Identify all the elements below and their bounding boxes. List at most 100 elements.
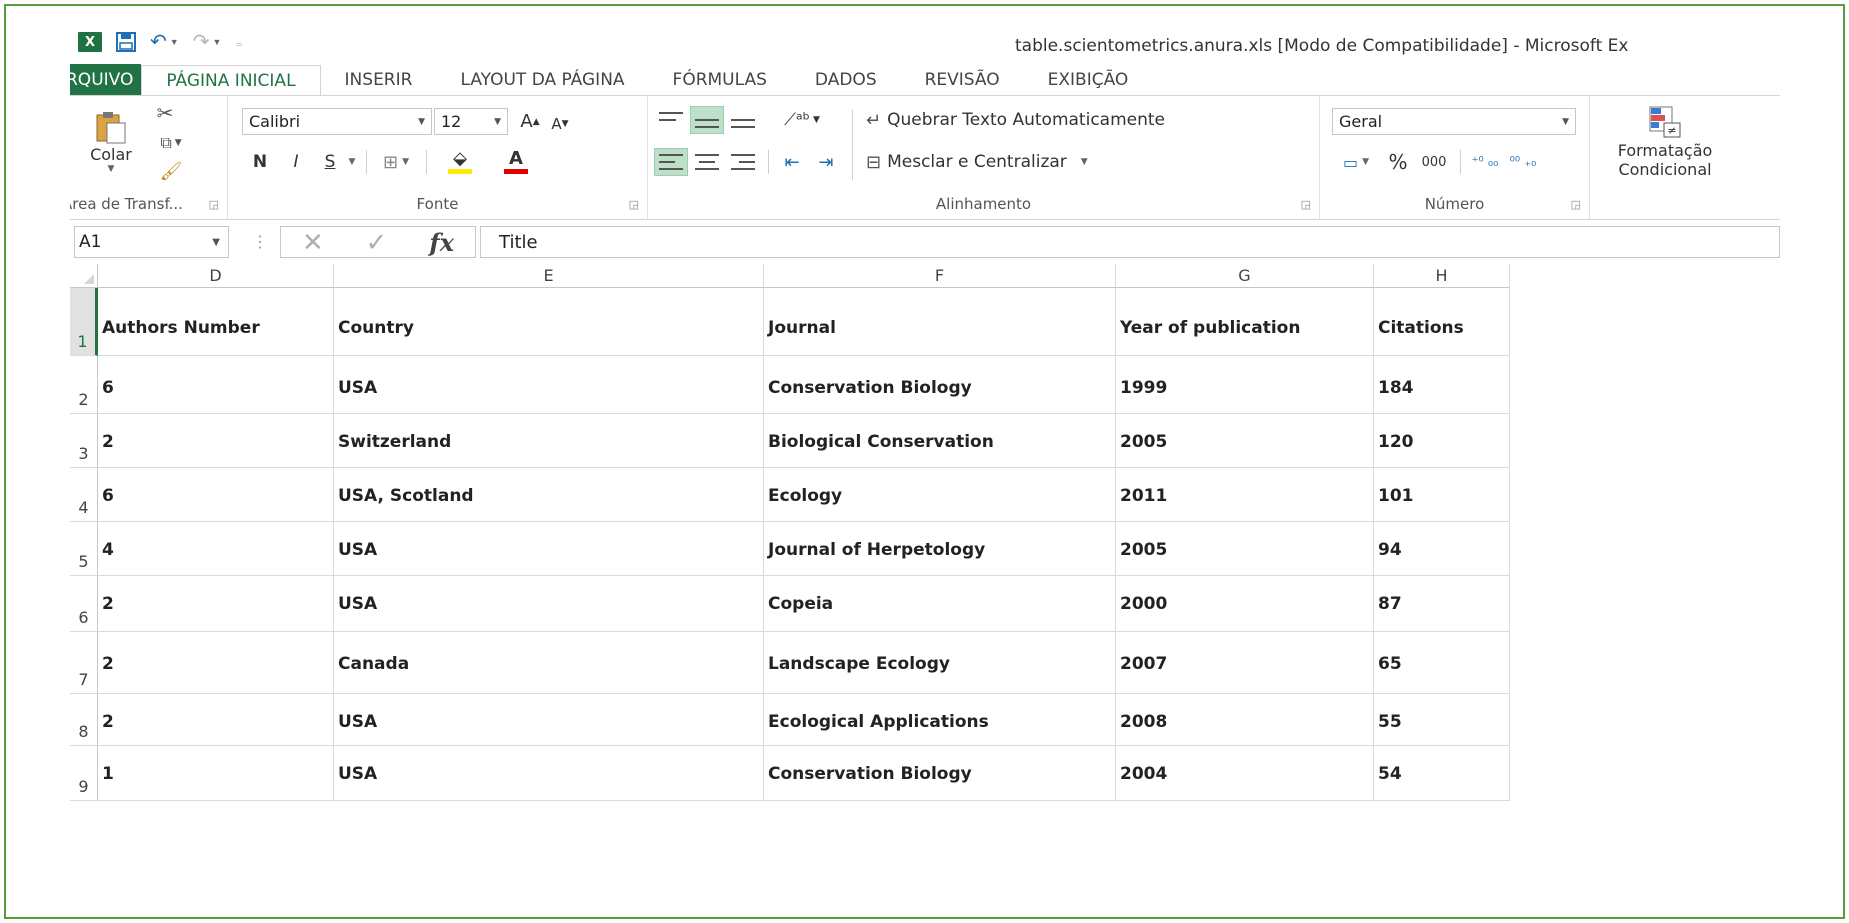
font-name-dropdown[interactable]: Calibri ▼ (242, 108, 432, 135)
cell-d8[interactable]: 2 (98, 694, 334, 746)
cell-h6[interactable]: 87 (1374, 576, 1510, 632)
row-header-8[interactable]: 8 (70, 694, 98, 746)
cell-f4[interactable]: Ecology (764, 468, 1116, 522)
dialog-launcher-icon[interactable]: ◲ (629, 198, 639, 211)
cell-d5[interactable]: 4 (98, 522, 334, 576)
cell-f2[interactable]: Conservation Biology (764, 356, 1116, 414)
cell-d4[interactable]: 6 (98, 468, 334, 522)
enter-icon[interactable]: ✓ (366, 227, 388, 258)
tab-page-layout[interactable]: LAYOUT DA PÁGINA (436, 64, 648, 96)
cell-h8[interactable]: 55 (1374, 694, 1510, 746)
align-left-icon[interactable] (654, 148, 688, 176)
cell-g5[interactable]: 2005 (1116, 522, 1374, 576)
column-header-g[interactable]: G (1116, 264, 1374, 288)
cell-g1[interactable]: Year of publication (1116, 288, 1374, 356)
cell-f7[interactable]: Landscape Ecology (764, 632, 1116, 694)
cell-d9[interactable]: 1 (98, 746, 334, 801)
row-header-9[interactable]: 9 (70, 746, 98, 801)
cell-e1[interactable]: Country (334, 288, 764, 356)
cell-g9[interactable]: 2004 (1116, 746, 1374, 801)
italic-button[interactable]: I (282, 148, 310, 176)
row-header-5[interactable]: 5 (70, 522, 98, 576)
cell-g3[interactable]: 2005 (1116, 414, 1374, 468)
undo-icon[interactable]: ↶ ▼ (150, 32, 179, 52)
insert-function-button[interactable]: fx (429, 228, 454, 257)
row-header-1[interactable]: 1 (70, 288, 98, 356)
cell-f8[interactable]: Ecological Applications (764, 694, 1116, 746)
row-header-3[interactable]: 3 (70, 414, 98, 468)
dialog-launcher-icon[interactable]: ◲ (1571, 198, 1581, 211)
cancel-icon[interactable]: ✕ (302, 227, 324, 258)
cell-d7[interactable]: 2 (98, 632, 334, 694)
cell-d2[interactable]: 6 (98, 356, 334, 414)
tab-view[interactable]: EXIBIÇÃO (1024, 64, 1153, 96)
customize-icon[interactable]: ₌ (235, 32, 242, 52)
cell-f6[interactable]: Copeia (764, 576, 1116, 632)
tab-review[interactable]: REVISÃO (901, 64, 1024, 96)
cell-g8[interactable]: 2008 (1116, 694, 1374, 746)
column-header-e[interactable]: E (334, 264, 764, 288)
increase-font-icon[interactable]: A ▲ (516, 108, 544, 135)
cell-e9[interactable]: USA (334, 746, 764, 801)
increase-decimal-icon[interactable]: ⁺⁰ ₀₀ (1468, 148, 1502, 176)
tab-data[interactable]: DADOS (791, 64, 901, 96)
cell-h2[interactable]: 184 (1374, 356, 1510, 414)
font-size-dropdown[interactable]: 12 ▼ (434, 108, 508, 135)
select-all-button[interactable] (70, 264, 98, 288)
cell-e2[interactable]: USA (334, 356, 764, 414)
tab-formulas[interactable]: FÓRMULAS (649, 64, 791, 96)
cell-h7[interactable]: 65 (1374, 632, 1510, 694)
tab-home[interactable]: PÁGINA INICIAL (141, 65, 321, 97)
cell-d1[interactable]: Authors Number (98, 288, 334, 356)
row-header-4[interactable]: 4 (70, 468, 98, 522)
orientation-icon[interactable]: ⟋ᵃᵇ ▼ (778, 106, 826, 134)
cell-f9[interactable]: Conservation Biology (764, 746, 1116, 801)
tab-insert[interactable]: INSERIR (321, 64, 437, 96)
column-header-f[interactable]: F (764, 264, 1116, 288)
increase-indent-icon[interactable]: ⇥ (810, 148, 842, 176)
align-right-icon[interactable] (726, 148, 760, 176)
cell-f3[interactable]: Biological Conservation (764, 414, 1116, 468)
cell-f1[interactable]: Journal (764, 288, 1116, 356)
dialog-launcher-icon[interactable]: ◲ (1301, 198, 1311, 211)
cell-g2[interactable]: 1999 (1116, 356, 1374, 414)
format-painter-icon[interactable]: 🖌 (156, 158, 186, 184)
thousands-button[interactable]: 000 (1416, 148, 1452, 176)
cell-d3[interactable]: 2 (98, 414, 334, 468)
conditional-formatting-button[interactable]: ≠ Formatação Condicional (1590, 100, 1740, 184)
row-header-7[interactable]: 7 (70, 632, 98, 694)
decrease-indent-icon[interactable]: ⇤ (776, 148, 808, 176)
cell-d6[interactable]: 2 (98, 576, 334, 632)
font-color-icon[interactable]: A (490, 146, 542, 176)
wrap-text-button[interactable]: ↵ Quebrar Texto Automaticamente (862, 106, 1169, 134)
cell-e6[interactable]: USA (334, 576, 764, 632)
redo-icon[interactable]: ↷ ▼ (193, 32, 222, 52)
column-header-h[interactable]: H (1374, 264, 1510, 288)
cell-h5[interactable]: 94 (1374, 522, 1510, 576)
bold-button[interactable]: N (246, 148, 274, 176)
align-bottom-icon[interactable] (726, 106, 760, 134)
cell-e8[interactable]: USA (334, 694, 764, 746)
row-header-6[interactable]: 6 (70, 576, 98, 632)
number-format-dropdown[interactable]: Geral ▼ (1332, 108, 1576, 135)
cell-h1[interactable]: Citations (1374, 288, 1510, 356)
underline-button[interactable]: S (316, 148, 344, 176)
align-middle-icon[interactable] (690, 106, 724, 134)
copy-icon[interactable]: ⧉ ▼ (150, 130, 192, 156)
name-box[interactable]: A1 ▼ (74, 226, 229, 258)
cut-icon[interactable]: ✂ (150, 100, 180, 126)
save-icon[interactable] (116, 32, 136, 52)
chevron-down-icon[interactable]: ▼ (344, 148, 360, 176)
formula-input[interactable]: Title (480, 226, 1780, 258)
cell-e7[interactable]: Canada (334, 632, 764, 694)
decrease-font-icon[interactable]: A ▼ (546, 110, 574, 137)
align-top-icon[interactable] (654, 106, 688, 134)
paste-button[interactable]: Colar ▼ (78, 102, 144, 180)
borders-icon[interactable]: ⊞ ▼ (374, 148, 418, 176)
merge-center-button[interactable]: ⊟ Mesclar e Centralizar ▼ (862, 148, 1092, 176)
cell-e4[interactable]: USA, Scotland (334, 468, 764, 522)
cell-g4[interactable]: 2011 (1116, 468, 1374, 522)
cell-h9[interactable]: 54 (1374, 746, 1510, 801)
align-center-icon[interactable] (690, 148, 724, 176)
fill-color-icon[interactable]: ⬙ (434, 146, 486, 176)
